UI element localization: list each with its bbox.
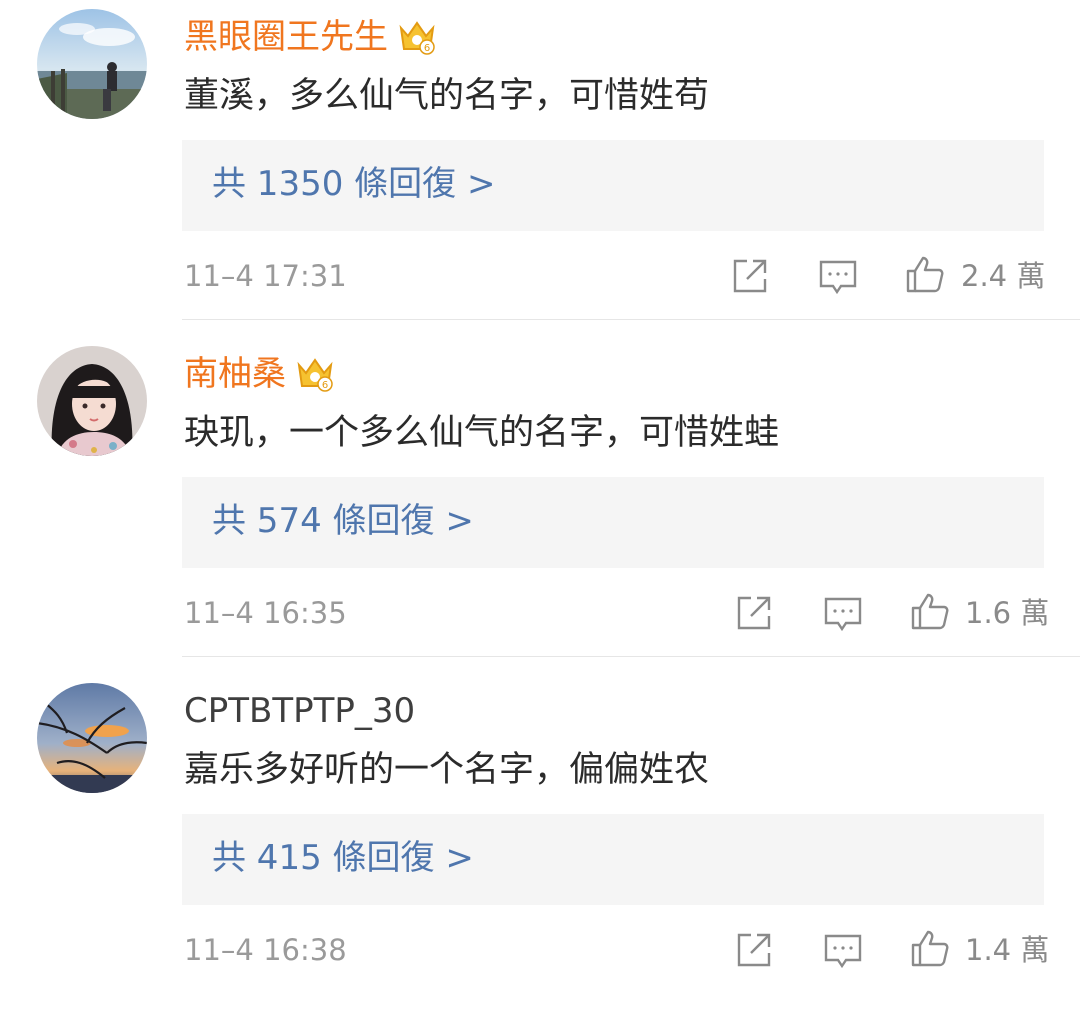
replies-box[interactable]: 共 574 條回復 > — [182, 477, 1044, 568]
comment-icon[interactable] — [817, 256, 859, 298]
comment-item: CPTBTPTP_30 嘉乐多好听的一个名字，偏偏姓农 共 415 條回復 > … — [0, 674, 1080, 1011]
crown-badge-icon: 6 — [296, 356, 334, 392]
like-count: 1.4 萬 — [965, 933, 1050, 967]
vip-level: 6 — [322, 380, 328, 391]
comment-item: 黑眼圈王先生 6 董溪，多么仙气的名字，可惜姓苟 共 1350 條回復 > 11… — [0, 0, 1080, 337]
divider — [182, 656, 1080, 657]
timestamp: 11–4 16:38 — [184, 933, 347, 967]
comment-icon[interactable] — [822, 593, 864, 635]
thumbs-up-icon[interactable] — [909, 590, 951, 632]
timestamp: 11–4 17:31 — [184, 259, 347, 293]
replies-box[interactable]: 共 1350 條回復 > — [182, 140, 1044, 231]
comment-text: 玦玑，一个多么仙气的名字，可惜姓蛙 — [184, 413, 780, 453]
divider — [182, 319, 1080, 320]
comment-icon[interactable] — [822, 930, 864, 972]
replies-link[interactable]: 共 574 條回復 > — [212, 499, 474, 543]
avatar[interactable] — [37, 683, 147, 793]
share-icon[interactable] — [733, 592, 775, 634]
avatar[interactable] — [37, 346, 147, 456]
comment-text: 嘉乐多好听的一个名字，偏偏姓农 — [184, 750, 710, 790]
username[interactable]: CPTBTPTP_30 — [184, 691, 415, 731]
comment-text: 董溪，多么仙气的名字，可惜姓苟 — [184, 76, 710, 116]
share-icon[interactable] — [733, 929, 775, 971]
replies-link[interactable]: 共 415 條回復 > — [212, 836, 474, 880]
comment-item: 南柚桑 6 玦玑，一个多么仙气的名字，可惜姓蛙 共 574 條回復 > 11–4… — [0, 337, 1080, 674]
like-count: 1.6 萬 — [965, 596, 1050, 630]
username[interactable]: 南柚桑 6 — [184, 354, 334, 394]
username-text[interactable]: CPTBTPTP_30 — [184, 691, 415, 731]
avatar[interactable] — [37, 9, 147, 119]
thumbs-up-icon[interactable] — [904, 253, 946, 295]
crown-badge-icon: 6 — [398, 19, 436, 55]
username[interactable]: 黑眼圈王先生 6 — [184, 17, 436, 57]
vip-level: 6 — [424, 43, 430, 54]
replies-box[interactable]: 共 415 條回復 > — [182, 814, 1044, 905]
like-count: 2.4 萬 — [961, 259, 1046, 293]
username-text[interactable]: 黑眼圈王先生 — [184, 17, 388, 57]
share-icon[interactable] — [729, 255, 771, 297]
thumbs-up-icon[interactable] — [909, 927, 951, 969]
timestamp: 11–4 16:35 — [184, 596, 347, 630]
username-text[interactable]: 南柚桑 — [184, 354, 286, 394]
replies-link[interactable]: 共 1350 條回復 > — [212, 162, 495, 206]
